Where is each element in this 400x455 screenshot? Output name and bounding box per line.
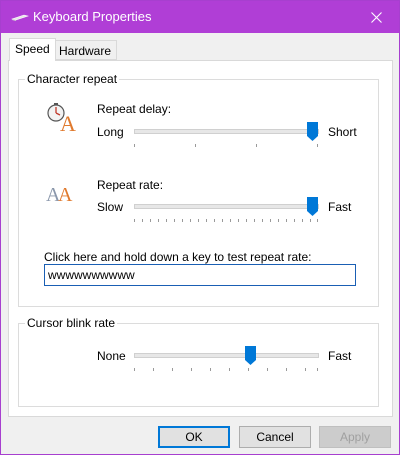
cursor-blink-slider-thumb[interactable] [245, 346, 256, 365]
repeat-rate-slider-thumb[interactable] [307, 197, 318, 216]
ok-button[interactable]: OK [158, 426, 230, 448]
repeat-delay-ticks [134, 144, 319, 150]
test-repeat-prompt: Click here and hold down a key to test r… [44, 250, 312, 264]
repeat-rate-ticks [134, 219, 319, 225]
repeat-delay-label: Repeat delay: [97, 102, 172, 116]
cursor-blink-min-label: None [97, 349, 126, 363]
character-repeat-label: Character repeat [25, 72, 120, 86]
apply-button[interactable]: Apply [319, 426, 391, 448]
repeat-rate-min-label: Slow [97, 200, 124, 214]
repeat-rate-icon: A A [46, 184, 73, 205]
speed-tab-panel: Character repeat A Repeat delay: Long Sh… [8, 60, 393, 417]
repeat-delay-min-label: Long [97, 125, 124, 139]
tab-hardware[interactable]: Hardware [53, 40, 118, 60]
svg-text:A: A [58, 184, 73, 205]
close-icon [370, 11, 382, 23]
svg-text:A: A [60, 111, 76, 133]
cursor-blink-label: Cursor blink rate [25, 316, 118, 330]
cursor-blink-track[interactable] [134, 353, 319, 358]
repeat-rate-label: Repeat rate: [97, 178, 164, 192]
cursor-blink-ticks [134, 368, 319, 374]
window-title: Keyboard Properties [33, 9, 152, 24]
repeat-delay-max-label: Short [328, 125, 357, 139]
keyboard-icon [11, 14, 29, 21]
tab-speed[interactable]: Speed [9, 38, 56, 61]
title-bar: Keyboard Properties [1, 1, 399, 33]
repeat-rate-track[interactable] [134, 204, 319, 209]
repeat-delay-icon: A [47, 103, 76, 133]
close-button[interactable] [353, 1, 399, 33]
repeat-delay-track[interactable] [134, 129, 319, 134]
cursor-blink-max-label: Fast [328, 349, 352, 363]
repeat-rate-test-input[interactable] [44, 264, 356, 286]
repeat-delay-slider-thumb[interactable] [307, 122, 318, 141]
repeat-rate-max-label: Fast [328, 200, 352, 214]
cursor-blink-group: Cursor blink rate None Fast [18, 316, 379, 407]
cancel-button[interactable]: Cancel [239, 426, 311, 448]
keyboard-properties-window: Keyboard Properties Speed Hardware Chara… [0, 0, 400, 455]
